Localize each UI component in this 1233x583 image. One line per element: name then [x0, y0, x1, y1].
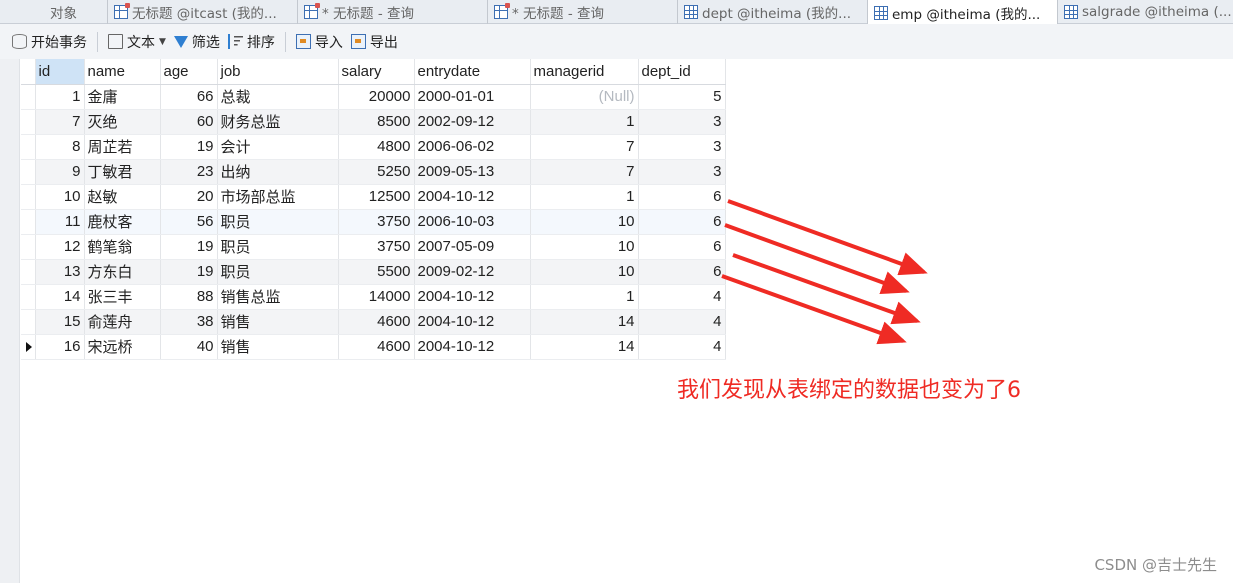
watermark: CSDN @吉士先生 [1094, 556, 1217, 574]
arrow-row-13 [721, 274, 907, 345]
annotation-note: 我们发现从表绑定的数据也变为了6 [677, 378, 1021, 403]
annotation-arrows [721, 199, 928, 345]
arrow-row-11 [724, 223, 910, 295]
